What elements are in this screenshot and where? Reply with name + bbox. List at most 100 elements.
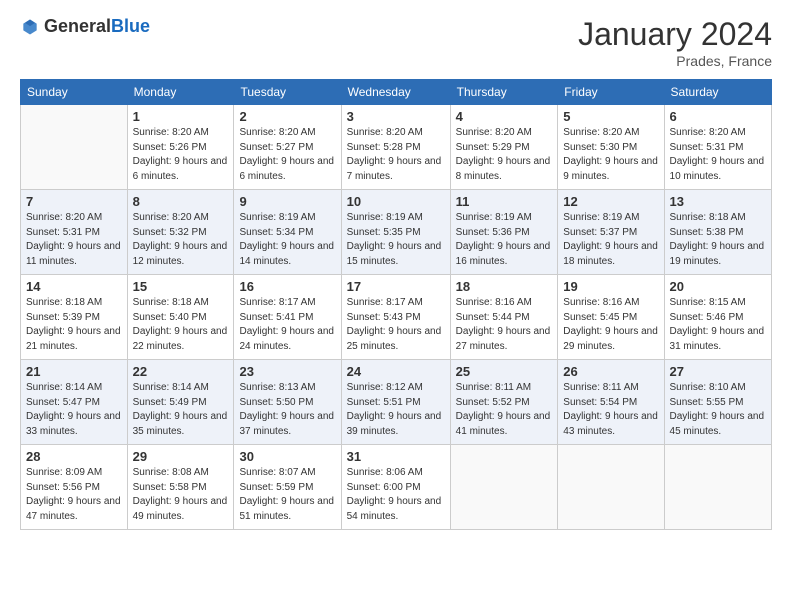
- day-info: Sunrise: 8:20 AMSunset: 5:31 PMDaylight:…: [26, 211, 122, 269]
- day-number: 27: [670, 364, 766, 379]
- calendar-table: Sunday Monday Tuesday Wednesday Thursday…: [20, 79, 772, 530]
- table-row: 21 Sunrise: 8:14 AMSunset: 5:47 PMDaylig…: [21, 360, 128, 445]
- table-row: 27 Sunrise: 8:10 AMSunset: 5:55 PMDaylig…: [664, 360, 771, 445]
- header-wednesday: Wednesday: [341, 80, 450, 105]
- table-row: 28 Sunrise: 8:09 AMSunset: 5:56 PMDaylig…: [21, 445, 128, 530]
- table-row: 14 Sunrise: 8:18 AMSunset: 5:39 PMDaylig…: [21, 275, 128, 360]
- table-row: 15 Sunrise: 8:18 AMSunset: 5:40 PMDaylig…: [127, 275, 234, 360]
- table-row: 17 Sunrise: 8:17 AMSunset: 5:43 PMDaylig…: [341, 275, 450, 360]
- day-number: 15: [133, 279, 229, 294]
- logo-text: GeneralBlue: [44, 16, 150, 37]
- table-row: 5 Sunrise: 8:20 AMSunset: 5:30 PMDayligh…: [558, 105, 664, 190]
- day-number: 12: [563, 194, 658, 209]
- header-thursday: Thursday: [450, 80, 558, 105]
- day-info: Sunrise: 8:20 AMSunset: 5:31 PMDaylight:…: [670, 126, 766, 184]
- day-info: Sunrise: 8:20 AMSunset: 5:27 PMDaylight:…: [239, 126, 335, 184]
- table-row: 23 Sunrise: 8:13 AMSunset: 5:50 PMDaylig…: [234, 360, 341, 445]
- day-info: Sunrise: 8:19 AMSunset: 5:37 PMDaylight:…: [563, 211, 658, 269]
- day-number: 9: [239, 194, 335, 209]
- calendar-week-row: 1 Sunrise: 8:20 AMSunset: 5:26 PMDayligh…: [21, 105, 772, 190]
- day-number: 13: [670, 194, 766, 209]
- logo-icon: [20, 17, 40, 37]
- day-number: 10: [347, 194, 445, 209]
- day-info: Sunrise: 8:20 AMSunset: 5:32 PMDaylight:…: [133, 211, 229, 269]
- day-info: Sunrise: 8:19 AMSunset: 5:35 PMDaylight:…: [347, 211, 445, 269]
- day-number: 17: [347, 279, 445, 294]
- header-monday: Monday: [127, 80, 234, 105]
- day-info: Sunrise: 8:14 AMSunset: 5:49 PMDaylight:…: [133, 381, 229, 439]
- day-info: Sunrise: 8:20 AMSunset: 5:30 PMDaylight:…: [563, 126, 658, 184]
- table-row: [21, 105, 128, 190]
- table-row: 10 Sunrise: 8:19 AMSunset: 5:35 PMDaylig…: [341, 190, 450, 275]
- header: GeneralBlue January 2024 Prades, France: [20, 16, 772, 69]
- table-row: 9 Sunrise: 8:19 AMSunset: 5:34 PMDayligh…: [234, 190, 341, 275]
- table-row: [558, 445, 664, 530]
- table-row: 13 Sunrise: 8:18 AMSunset: 5:38 PMDaylig…: [664, 190, 771, 275]
- day-info: Sunrise: 8:18 AMSunset: 5:40 PMDaylight:…: [133, 296, 229, 354]
- day-number: 29: [133, 449, 229, 464]
- day-info: Sunrise: 8:20 AMSunset: 5:29 PMDaylight:…: [456, 126, 553, 184]
- table-row: 31 Sunrise: 8:06 AMSunset: 6:00 PMDaylig…: [341, 445, 450, 530]
- day-info: Sunrise: 8:14 AMSunset: 5:47 PMDaylight:…: [26, 381, 122, 439]
- header-sunday: Sunday: [21, 80, 128, 105]
- day-number: 24: [347, 364, 445, 379]
- day-info: Sunrise: 8:09 AMSunset: 5:56 PMDaylight:…: [26, 466, 122, 524]
- table-row: 16 Sunrise: 8:17 AMSunset: 5:41 PMDaylig…: [234, 275, 341, 360]
- table-row: [664, 445, 771, 530]
- day-number: 21: [26, 364, 122, 379]
- day-number: 18: [456, 279, 553, 294]
- day-number: 23: [239, 364, 335, 379]
- header-saturday: Saturday: [664, 80, 771, 105]
- day-info: Sunrise: 8:12 AMSunset: 5:51 PMDaylight:…: [347, 381, 445, 439]
- calendar-week-row: 28 Sunrise: 8:09 AMSunset: 5:56 PMDaylig…: [21, 445, 772, 530]
- day-number: 5: [563, 109, 658, 124]
- header-friday: Friday: [558, 80, 664, 105]
- day-number: 28: [26, 449, 122, 464]
- day-info: Sunrise: 8:19 AMSunset: 5:36 PMDaylight:…: [456, 211, 553, 269]
- day-info: Sunrise: 8:18 AMSunset: 5:39 PMDaylight:…: [26, 296, 122, 354]
- day-number: 1: [133, 109, 229, 124]
- day-number: 6: [670, 109, 766, 124]
- month-title: January 2024: [578, 16, 772, 53]
- day-info: Sunrise: 8:11 AMSunset: 5:54 PMDaylight:…: [563, 381, 658, 439]
- table-row: 19 Sunrise: 8:16 AMSunset: 5:45 PMDaylig…: [558, 275, 664, 360]
- day-number: 16: [239, 279, 335, 294]
- day-info: Sunrise: 8:16 AMSunset: 5:45 PMDaylight:…: [563, 296, 658, 354]
- title-area: January 2024 Prades, France: [578, 16, 772, 69]
- day-info: Sunrise: 8:13 AMSunset: 5:50 PMDaylight:…: [239, 381, 335, 439]
- table-row: [450, 445, 558, 530]
- table-row: 25 Sunrise: 8:11 AMSunset: 5:52 PMDaylig…: [450, 360, 558, 445]
- table-row: 4 Sunrise: 8:20 AMSunset: 5:29 PMDayligh…: [450, 105, 558, 190]
- day-number: 30: [239, 449, 335, 464]
- day-info: Sunrise: 8:16 AMSunset: 5:44 PMDaylight:…: [456, 296, 553, 354]
- day-number: 2: [239, 109, 335, 124]
- calendar-week-row: 21 Sunrise: 8:14 AMSunset: 5:47 PMDaylig…: [21, 360, 772, 445]
- day-info: Sunrise: 8:15 AMSunset: 5:46 PMDaylight:…: [670, 296, 766, 354]
- day-info: Sunrise: 8:06 AMSunset: 6:00 PMDaylight:…: [347, 466, 445, 524]
- table-row: 8 Sunrise: 8:20 AMSunset: 5:32 PMDayligh…: [127, 190, 234, 275]
- logo: GeneralBlue: [20, 16, 150, 37]
- location: Prades, France: [578, 53, 772, 69]
- table-row: 1 Sunrise: 8:20 AMSunset: 5:26 PMDayligh…: [127, 105, 234, 190]
- table-row: 11 Sunrise: 8:19 AMSunset: 5:36 PMDaylig…: [450, 190, 558, 275]
- table-row: 3 Sunrise: 8:20 AMSunset: 5:28 PMDayligh…: [341, 105, 450, 190]
- day-info: Sunrise: 8:17 AMSunset: 5:43 PMDaylight:…: [347, 296, 445, 354]
- day-number: 7: [26, 194, 122, 209]
- day-number: 20: [670, 279, 766, 294]
- day-info: Sunrise: 8:20 AMSunset: 5:28 PMDaylight:…: [347, 126, 445, 184]
- day-number: 14: [26, 279, 122, 294]
- day-info: Sunrise: 8:11 AMSunset: 5:52 PMDaylight:…: [456, 381, 553, 439]
- day-number: 3: [347, 109, 445, 124]
- table-row: 6 Sunrise: 8:20 AMSunset: 5:31 PMDayligh…: [664, 105, 771, 190]
- day-number: 4: [456, 109, 553, 124]
- day-number: 19: [563, 279, 658, 294]
- day-info: Sunrise: 8:17 AMSunset: 5:41 PMDaylight:…: [239, 296, 335, 354]
- day-number: 8: [133, 194, 229, 209]
- day-info: Sunrise: 8:19 AMSunset: 5:34 PMDaylight:…: [239, 211, 335, 269]
- day-info: Sunrise: 8:10 AMSunset: 5:55 PMDaylight:…: [670, 381, 766, 439]
- calendar-week-row: 7 Sunrise: 8:20 AMSunset: 5:31 PMDayligh…: [21, 190, 772, 275]
- day-info: Sunrise: 8:20 AMSunset: 5:26 PMDaylight:…: [133, 126, 229, 184]
- table-row: 7 Sunrise: 8:20 AMSunset: 5:31 PMDayligh…: [21, 190, 128, 275]
- day-number: 11: [456, 194, 553, 209]
- day-number: 26: [563, 364, 658, 379]
